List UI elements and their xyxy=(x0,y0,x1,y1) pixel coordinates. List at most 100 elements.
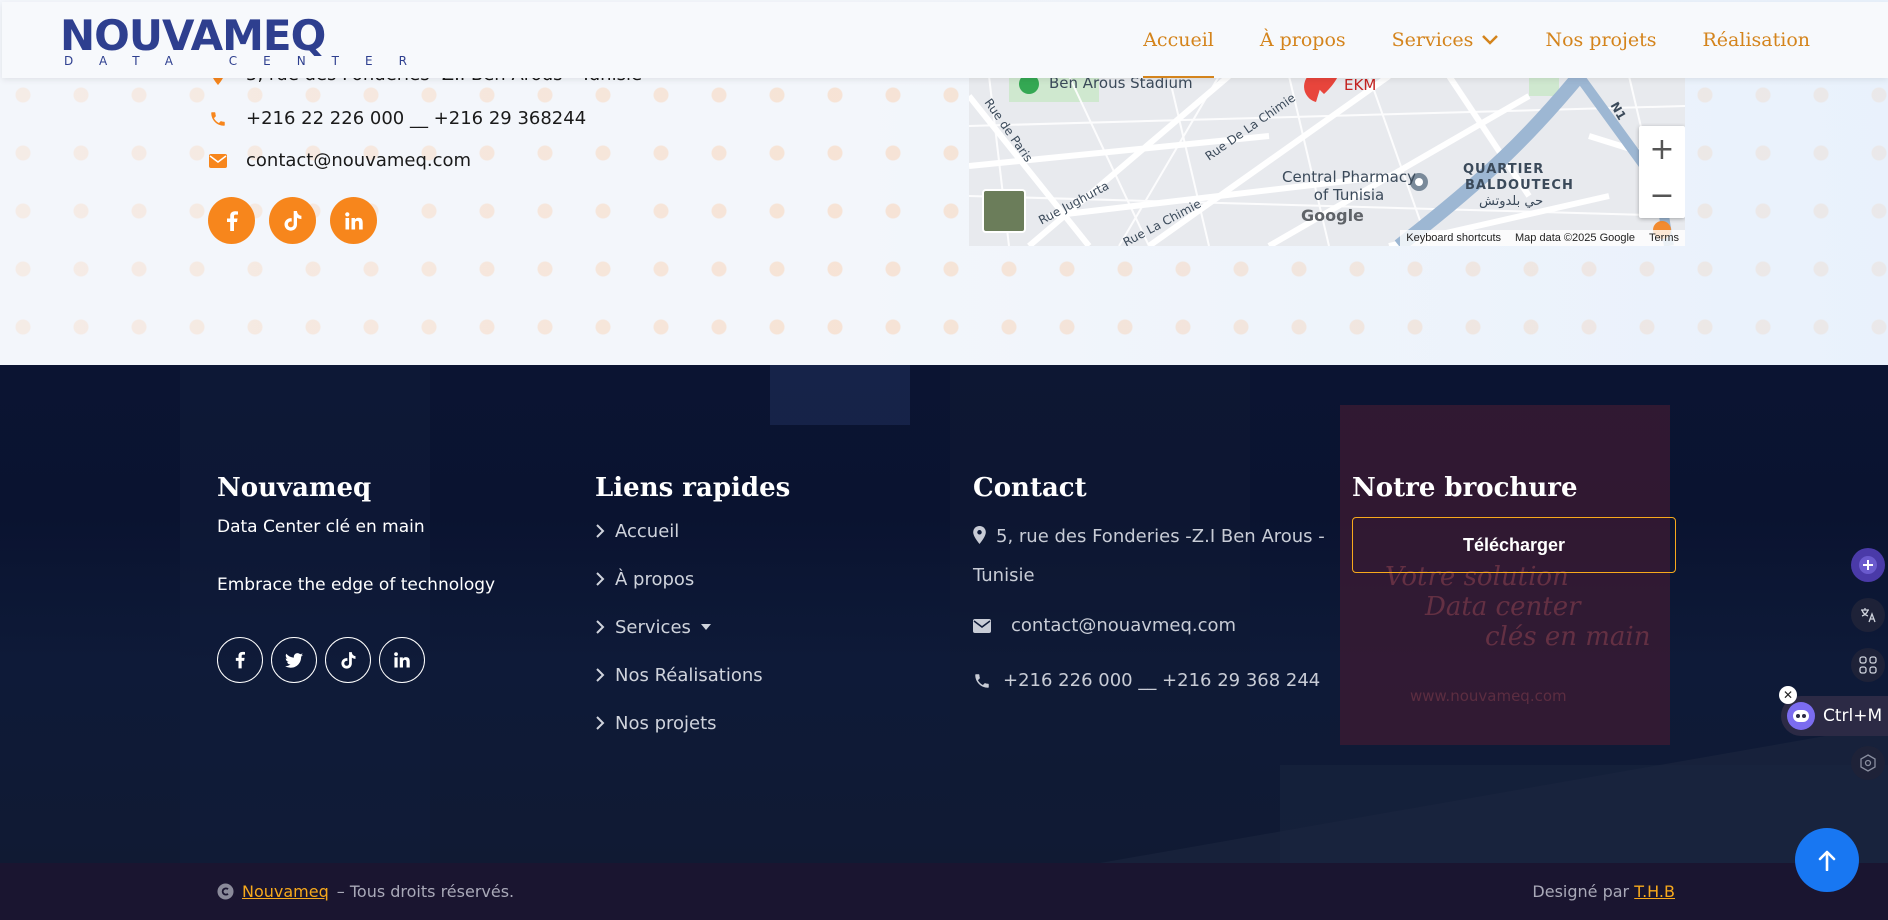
tiktok-icon[interactable] xyxy=(325,637,371,683)
designed-by-label: Designé par xyxy=(1532,882,1630,901)
map-label-quartier: QUARTIER xyxy=(1463,162,1545,177)
chevron-right-icon xyxy=(596,620,605,634)
map-data-credit: Map data ©2025 Google xyxy=(1515,232,1636,244)
nav-label: Nos projets xyxy=(1545,29,1657,51)
nav-realisation[interactable]: Réalisation xyxy=(1703,2,1811,78)
contact-socials xyxy=(208,197,377,244)
arrow-up-icon xyxy=(1818,850,1836,871)
map-attribution: Keyboard shortcuts Map data ©2025 Google… xyxy=(1400,230,1685,246)
contact-phone: +216 22 226 000 __ +216 29 368244 xyxy=(246,108,587,129)
google-map[interactable]: Ben Arous Stadium EKM Rue de Paris Rue D… xyxy=(969,76,1685,246)
map-keyboard-shortcuts[interactable]: Keyboard shortcuts xyxy=(1406,232,1501,244)
map-zoom-controls: + − xyxy=(1639,126,1685,218)
footer-link-label: À propos xyxy=(615,568,695,590)
main-nav: Accueil À propos Services Nos projets Ré… xyxy=(1143,2,1810,78)
map-label-stadium: Ben Arous Stadium xyxy=(1049,76,1193,92)
facebook-icon[interactable] xyxy=(208,197,255,244)
scroll-to-top-button[interactable] xyxy=(1795,828,1859,892)
footer-contact-column: Contact 5, rue des Fonderies -Z.I Ben Ar… xyxy=(973,473,1325,691)
footer-link-realisations[interactable]: Nos Réalisations xyxy=(595,651,790,699)
footer-contact-email-row: contact@nouavmeq.com xyxy=(973,615,1325,636)
footer-contact-phone: +216 226 000 __ +216 29 368 244 xyxy=(1003,670,1321,691)
nav-label: Services xyxy=(1391,29,1474,51)
logo-subtext: DATA CENTER xyxy=(64,54,433,68)
footer-link-label: Services xyxy=(615,616,691,638)
site-header: NOUVAMEQ DATA CENTER Accueil À propos Se… xyxy=(2,2,1888,78)
chevron-down-icon xyxy=(1482,35,1499,45)
map-label-arabic: حي بلدوتش xyxy=(1479,194,1544,209)
linkedin-icon[interactable] xyxy=(379,637,425,683)
footer-socials xyxy=(217,637,495,683)
footer-contact-phone-row: +216 226 000 __ +216 29 368 244 xyxy=(973,670,1325,691)
copyright-brand-link[interactable]: Nouvameq xyxy=(242,882,329,901)
nav-label: À propos xyxy=(1259,29,1346,51)
footer-address-line1: 5, rue des Fonderies -Z.I Ben Arous - xyxy=(996,526,1325,547)
footer-contact-email[interactable]: contact@nouavmeq.com xyxy=(1011,615,1236,636)
zoom-in-button[interactable]: + xyxy=(1639,126,1685,172)
google-logo: Google xyxy=(1301,206,1364,225)
footer-brand-column: Nouvameq Data Center clé en main Embrace… xyxy=(217,473,495,683)
footer-link-accueil[interactable]: Accueil xyxy=(595,507,790,555)
designer-link[interactable]: T.H.B xyxy=(1634,882,1675,901)
envelope-icon xyxy=(208,151,228,171)
close-icon[interactable]: ✕ xyxy=(1779,686,1797,704)
settings-hex-icon[interactable] xyxy=(1851,746,1885,780)
map-terms-link[interactable]: Terms xyxy=(1649,232,1679,244)
site-footer: Votre solution Data center clés en main … xyxy=(0,365,1888,863)
footer-link-label: Nos projets xyxy=(615,712,717,734)
chevron-right-icon xyxy=(596,668,605,682)
footer-tagline: Data Center clé en main xyxy=(217,517,425,537)
translate-icon[interactable] xyxy=(1851,598,1885,632)
copyright: Nouvameq – Tous droits réservés. xyxy=(217,882,514,901)
nav-nos-projets[interactable]: Nos projets xyxy=(1545,2,1656,78)
contact-phone-row: +216 22 226 000 __ +216 29 368244 xyxy=(208,108,586,129)
footer-link-a-propos[interactable]: À propos xyxy=(595,555,790,603)
chevron-right-icon xyxy=(596,716,605,730)
linkedin-icon[interactable] xyxy=(330,197,377,244)
phone-icon xyxy=(208,109,228,129)
footer-contact-title: Contact xyxy=(973,473,1087,503)
contact-email-row: contact@nouvameq.com xyxy=(208,150,471,171)
copyright-icon xyxy=(217,883,234,900)
apps-grid-icon[interactable] xyxy=(1851,648,1885,682)
plus-icon[interactable] xyxy=(1851,548,1885,582)
map-pin-icon xyxy=(973,526,986,544)
facebook-icon[interactable] xyxy=(217,637,263,683)
chevron-right-icon xyxy=(596,524,605,538)
footer-links-column: Liens rapides Accueil À propos Services … xyxy=(595,473,790,747)
robot-icon xyxy=(1787,702,1815,730)
download-brochure-button[interactable]: Télécharger xyxy=(1352,517,1676,573)
twitter-icon[interactable] xyxy=(271,637,317,683)
map-label-marker: EKM xyxy=(1344,76,1377,94)
footer-link-services[interactable]: Services xyxy=(595,603,790,651)
map-label-pharmacy: Central Pharmacy of Tunisia xyxy=(1282,168,1416,204)
nav-a-propos[interactable]: À propos xyxy=(1260,2,1346,78)
footer-brochure-column: Notre brochure Télécharger xyxy=(1352,473,1676,573)
nav-services[interactable]: Services xyxy=(1392,2,1500,78)
site-logo[interactable]: NOUVAMEQ DATA CENTER xyxy=(60,11,433,69)
tiktok-icon[interactable] xyxy=(269,197,316,244)
footer-links-title: Liens rapides xyxy=(595,473,791,503)
contact-email[interactable]: contact@nouvameq.com xyxy=(246,150,471,171)
footer-slogan: Embrace the edge of technology xyxy=(217,575,496,595)
assistant-shortcut-widget[interactable]: Ctrl+M xyxy=(1781,696,1888,736)
envelope-icon xyxy=(973,618,991,633)
footer-link-label: Nos Réalisations xyxy=(615,664,763,686)
bg-sign-line3: clés en main xyxy=(1485,622,1651,652)
logo-wordmark: NOUVAMEQ xyxy=(60,11,326,60)
zoom-out-button[interactable]: − xyxy=(1639,172,1685,218)
nav-accueil[interactable]: Accueil xyxy=(1143,2,1214,78)
chevron-right-icon xyxy=(596,572,605,586)
bg-sign-url: www.nouvameq.com xyxy=(1410,687,1567,705)
footer-link-nos-projets[interactable]: Nos projets xyxy=(595,699,790,747)
bg-sign-line2: Data center xyxy=(1425,592,1581,622)
footer-brand-title: Nouvameq xyxy=(217,473,372,503)
designer-credit: Designé par T.H.B xyxy=(1532,882,1675,901)
footer-address-line2: Tunisie xyxy=(973,565,1035,586)
caret-down-icon xyxy=(700,624,711,630)
copyright-rights: – Tous droits réservés. xyxy=(336,882,515,901)
nav-label: Réalisation xyxy=(1702,29,1811,51)
footer-brochure-title: Notre brochure xyxy=(1352,473,1578,503)
footer-links-list: Accueil À propos Services Nos Réalisatio… xyxy=(595,507,790,747)
map-label-baldoutech: BALDOUTECH xyxy=(1465,178,1574,193)
